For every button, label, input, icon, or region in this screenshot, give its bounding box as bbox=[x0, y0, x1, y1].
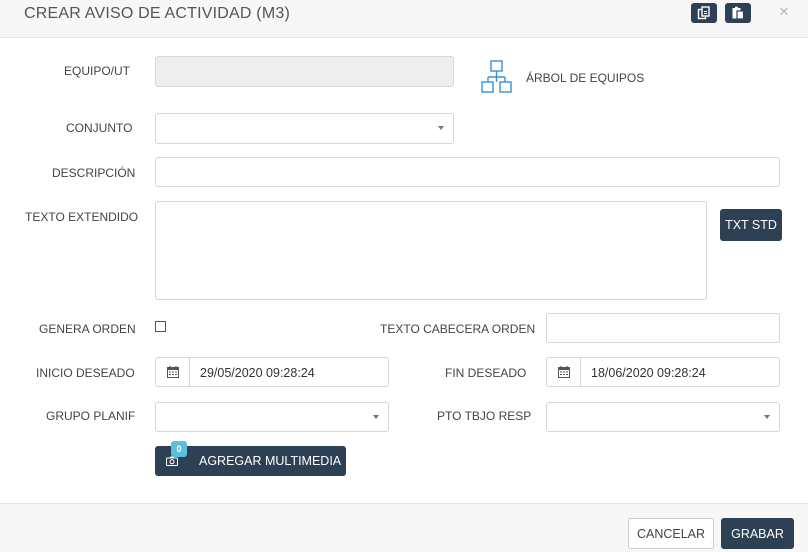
texto-cabecera-label: TEXTO CABECERA ORDEN bbox=[380, 322, 536, 336]
cancel-button[interactable]: CANCELAR bbox=[628, 518, 714, 549]
descripcion-input[interactable] bbox=[155, 157, 780, 187]
grupo-planif-label: GRUPO PLANIF bbox=[46, 409, 136, 423]
fin-label: FIN DESEADO bbox=[445, 366, 527, 380]
texto-extendido-label: TEXTO EXTENDIDO bbox=[25, 210, 139, 224]
camera-icon bbox=[166, 456, 178, 466]
inicio-label: INICIO DESEADO bbox=[36, 366, 135, 380]
texto-cabecera-input[interactable] bbox=[546, 313, 780, 343]
chevron-down-icon bbox=[764, 415, 770, 419]
conjunto-select[interactable] bbox=[155, 113, 454, 144]
copy-icon bbox=[697, 6, 710, 20]
paste-icon bbox=[732, 6, 745, 20]
inicio-date-field[interactable]: 29/05/2020 09:28:24 bbox=[155, 357, 389, 387]
agregar-multimedia-label: AGREGAR MULTIMEDIA bbox=[199, 454, 342, 468]
conjunto-label: CONJUNTO bbox=[66, 121, 133, 135]
tree-structure-icon bbox=[481, 60, 512, 93]
chevron-down-icon bbox=[373, 415, 379, 419]
fin-date-field[interactable]: 18/06/2020 09:28:24 bbox=[546, 357, 780, 387]
grupo-planif-select[interactable] bbox=[155, 402, 389, 432]
pto-tbjo-select[interactable] bbox=[546, 402, 780, 432]
pto-tbjo-label: PTO TBJO RESP bbox=[437, 409, 532, 423]
equipo-field[interactable] bbox=[155, 56, 454, 87]
calendar-icon bbox=[166, 366, 179, 378]
arbol-label[interactable]: ÁRBOL DE EQUIPOS bbox=[526, 71, 644, 85]
modal-header: CREAR AVISO DE ACTIVIDAD (M3) × bbox=[0, 0, 808, 38]
calendar-button[interactable] bbox=[547, 358, 581, 386]
descripcion-label: DESCRIPCIÓN bbox=[52, 166, 136, 180]
texto-extendido-textarea[interactable] bbox=[155, 201, 707, 300]
close-icon[interactable]: × bbox=[779, 2, 789, 22]
calendar-button[interactable] bbox=[156, 358, 190, 386]
save-button[interactable]: GRABAR bbox=[721, 518, 794, 549]
copy-button[interactable] bbox=[691, 3, 717, 23]
txt-std-button[interactable]: TXT STD bbox=[720, 209, 782, 241]
modal-title: CREAR AVISO DE ACTIVIDAD (M3) bbox=[24, 5, 290, 22]
chevron-down-icon bbox=[438, 126, 444, 130]
calendar-icon bbox=[557, 366, 570, 378]
inicio-value: 29/05/2020 09:28:24 bbox=[200, 366, 315, 380]
genera-orden-checkbox[interactable] bbox=[155, 321, 166, 332]
arbol-button[interactable] bbox=[480, 60, 514, 94]
multimedia-count-badge: 0 bbox=[171, 441, 187, 457]
equipo-label: EQUIPO/UT bbox=[64, 64, 131, 78]
fin-value: 18/06/2020 09:28:24 bbox=[591, 366, 706, 380]
genera-orden-label: GENERA ORDEN bbox=[39, 322, 136, 336]
modal-footer: CANCELAR GRABAR bbox=[0, 503, 808, 552]
paste-button[interactable] bbox=[725, 3, 751, 23]
